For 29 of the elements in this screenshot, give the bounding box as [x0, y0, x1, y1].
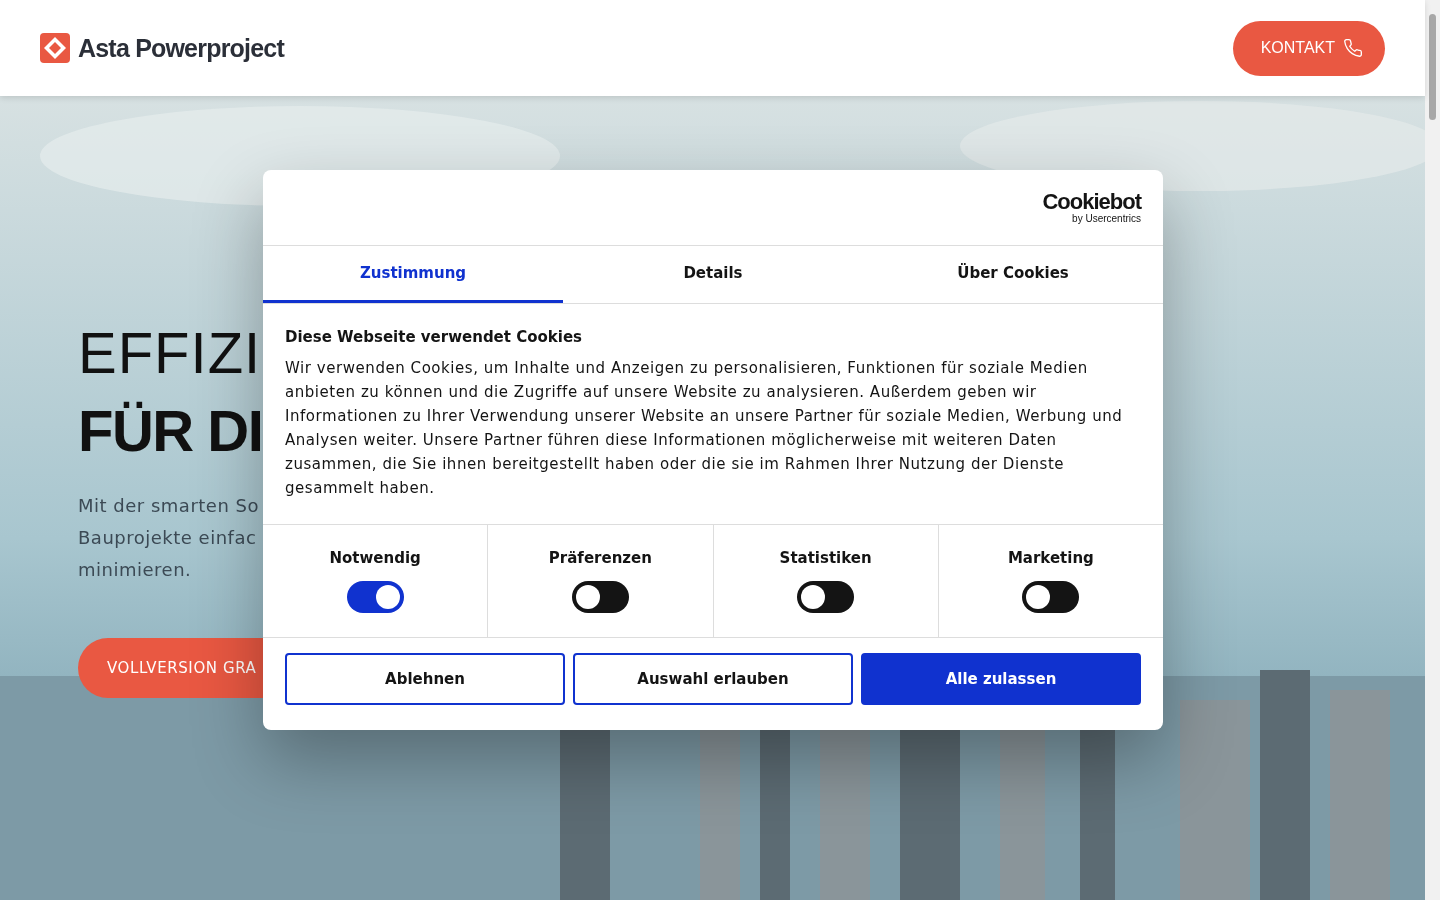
toggle-switch[interactable] — [571, 581, 629, 613]
phone-icon — [1343, 38, 1363, 58]
category-label: Marketing — [1007, 549, 1094, 567]
brand-subtitle: by Usercentrics — [1072, 213, 1141, 224]
toggle-switch[interactable] — [1022, 581, 1080, 613]
hero-title: EFFIZI — [78, 319, 262, 387]
logo-text[interactable]: Asta Powerproject — [78, 33, 284, 63]
category-label: Notwendig — [329, 549, 421, 567]
hero-text: minimieren. — [78, 558, 193, 582]
dialog-tab[interactable]: Zustimmung — [263, 246, 563, 303]
toggle-switch[interactable] — [797, 581, 855, 613]
dialog-heading: Diese Webseite verwendet Cookies — [285, 328, 584, 346]
hero-title: FÜR DI — [78, 397, 263, 465]
scrollbar[interactable] — [1425, 0, 1440, 900]
dialog-tab[interactable]: Über Cookies — [863, 246, 1163, 303]
dialog-text: Wir verwenden Cookies, um Inhalte und Anzeigen zu personalisieren, Funktionen für soziale Medien anbieten zu können und die Zugriffe auf unsere Website zu analysieren. Außerdem geben wir Informationen zu Ihrer Verwendung unserer Website an unsere Partner für soziale Medien, Werbung und Analysen weiter. Unsere Partner führen diese Informationen möglicherweise mit weiteren Daten zusammen, die Sie ihnen bereitgestellt haben oder die sie im Rahmen Ihrer Nutzung der Dienste gesammelt haben. — [285, 358, 1124, 499]
logo-icon — [40, 33, 70, 63]
outline-button[interactable]: Auswahl erlauben — [573, 653, 853, 705]
primary-button[interactable]: Alle zulassen — [861, 653, 1141, 705]
category-label: Statistiken — [779, 549, 872, 567]
dialog-tab[interactable]: Details — [563, 246, 863, 303]
brand-logo: Cookiebot — [1042, 191, 1141, 213]
hero-text: Mit der smarten So — [78, 494, 259, 518]
cta-button[interactable]: VOLLVERSION GRA — [78, 638, 263, 698]
contact-button[interactable]: KONTAKT — [1232, 20, 1385, 76]
hero-text: Bauprojekte einfac — [78, 526, 258, 550]
category-label: Präferenzen — [548, 549, 652, 567]
toggle-switch[interactable] — [346, 581, 404, 613]
outline-button[interactable]: Ablehnen — [285, 653, 565, 705]
